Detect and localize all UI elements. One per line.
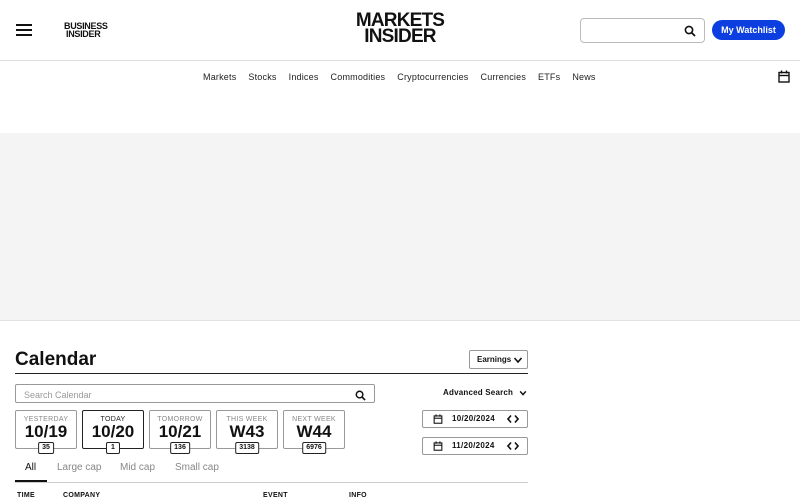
day-box-tomorrow[interactable]: TOMORROW 10/21 136	[149, 410, 211, 454]
calendar-search-input[interactable]	[24, 386, 344, 404]
bi-logo-line2: INSIDER	[66, 29, 101, 39]
site-header: BUSINESS INSIDER MARKETS INSIDER My Watc…	[0, 0, 800, 61]
chevron-down-icon	[513, 354, 523, 371]
calendar-icon	[433, 414, 443, 430]
day-box-value: W43	[229, 422, 265, 441]
day-box-value: 10/19	[24, 422, 68, 441]
tab-mid-cap[interactable]: Mid cap	[120, 462, 155, 473]
nav-item-stocks[interactable]: Stocks	[248, 72, 276, 82]
search-icon[interactable]	[355, 388, 366, 406]
column-header-company[interactable]: COMPANY	[63, 492, 100, 499]
advanced-search-toggle[interactable]: Advanced Search	[443, 388, 527, 397]
date-to-value: 11/20/2024	[452, 441, 495, 450]
prev-next-arrows-icon[interactable]	[506, 441, 520, 457]
nav-item-indices[interactable]: Indices	[289, 72, 319, 82]
calendar-title: Calendar	[15, 349, 97, 370]
nav-item-news[interactable]: News	[572, 72, 595, 82]
calendar-search-box	[15, 384, 375, 406]
day-box-this-week[interactable]: THIS WEEK W43 3138	[216, 410, 278, 454]
day-box-count: 136	[170, 442, 190, 454]
tab-all[interactable]: All	[25, 462, 36, 473]
main-nav: Markets Stocks Indices Commodities Crypt…	[0, 61, 800, 93]
calendar-icon[interactable]	[778, 70, 790, 88]
day-box-today[interactable]: TODAY 10/20 1	[82, 410, 144, 454]
hamburger-menu-icon[interactable]	[16, 24, 32, 36]
header-search-input[interactable]	[585, 19, 680, 41]
day-box-count: 1	[106, 442, 120, 454]
day-box-next-week[interactable]: NEXT WEEK W44 6976	[283, 410, 345, 454]
day-box-count: 3138	[235, 442, 259, 454]
business-insider-logo[interactable]: BUSINESS INSIDER	[64, 22, 108, 39]
advanced-search-label: Advanced Search	[443, 388, 514, 397]
calendar-icon	[433, 441, 443, 457]
tab-small-cap[interactable]: Small cap	[175, 462, 219, 473]
column-header-info[interactable]: INFO	[349, 492, 367, 499]
active-tab-indicator	[15, 480, 47, 482]
date-to-picker[interactable]: 11/20/2024	[422, 437, 528, 455]
calendar-divider	[15, 373, 528, 374]
search-icon[interactable]	[684, 24, 696, 42]
date-from-picker[interactable]: 10/20/2024	[422, 410, 528, 428]
nav-item-currencies[interactable]: Currencies	[481, 72, 527, 82]
tab-large-cap[interactable]: Large cap	[57, 462, 101, 473]
mi-logo-line2: INSIDER	[364, 26, 436, 47]
prev-next-arrows-icon[interactable]	[506, 414, 520, 430]
day-box-value: W44	[296, 422, 332, 441]
nav-item-commodities[interactable]: Commodities	[331, 72, 386, 82]
column-header-time[interactable]: TIME	[17, 492, 35, 499]
calendar-type-select[interactable]: Earnings	[469, 350, 528, 369]
date-from-value: 10/20/2024	[452, 414, 496, 423]
day-box-yesterday[interactable]: YESTERDAY 10/19 35	[15, 410, 77, 454]
markets-insider-logo[interactable]: MARKETS INSIDER	[354, 11, 446, 47]
my-watchlist-button[interactable]: My Watchlist	[712, 20, 785, 40]
nav-item-cryptocurrencies[interactable]: Cryptocurrencies	[397, 72, 468, 82]
nav-item-markets[interactable]: Markets	[203, 72, 236, 82]
day-box-value: 10/20	[91, 422, 135, 441]
market-cap-tabs: All Large cap Mid cap Small cap	[15, 458, 528, 483]
header-search-box	[580, 18, 705, 43]
chevron-down-icon	[519, 390, 526, 396]
day-box-value: 10/21	[158, 422, 202, 441]
nav-item-etfs[interactable]: ETFs	[538, 72, 560, 82]
day-box-count: 6976	[302, 442, 326, 454]
ad-placeholder	[0, 133, 800, 321]
calendar-type-value: Earnings	[477, 355, 512, 364]
day-box-count: 35	[38, 442, 54, 454]
column-header-event[interactable]: EVENT	[263, 492, 288, 499]
